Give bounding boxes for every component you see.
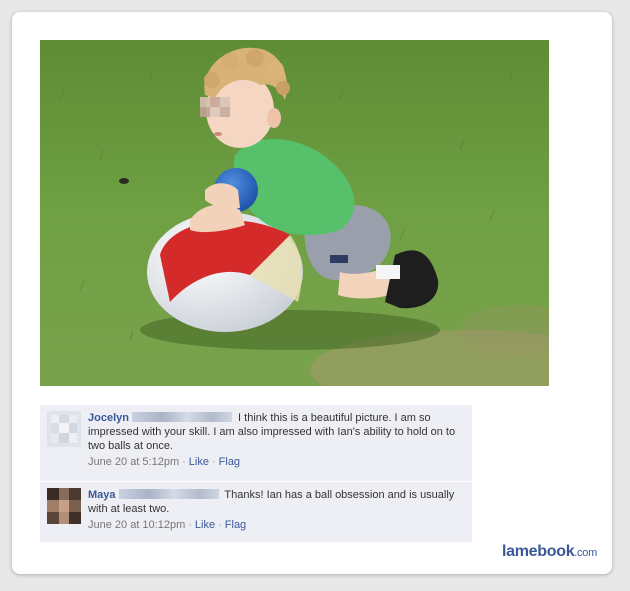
flag-link[interactable]: Flag [225, 519, 246, 531]
comment-item: Jocelyn I think this is a beautiful pict… [40, 405, 472, 482]
site-logo[interactable]: lamebook.com [502, 543, 597, 561]
separator: · [188, 519, 192, 531]
avatar[interactable] [47, 411, 81, 447]
blurred-surname [131, 412, 232, 422]
comment-item: Maya Thanks! Ian has a ball obsession an… [40, 482, 472, 543]
post-photo[interactable] [40, 40, 549, 386]
like-link[interactable]: Like [195, 519, 215, 531]
blurred-surname [118, 489, 219, 499]
comment-body: Jocelyn I think this is a beautiful pict… [88, 411, 464, 453]
avatar[interactable] [47, 488, 81, 524]
comment-author[interactable]: Jocelyn [88, 412, 129, 424]
comment-meta: June 20 at 10:12pm · Like · Flag [88, 518, 464, 532]
comments-list: Jocelyn I think this is a beautiful pict… [40, 405, 472, 543]
brand-domain: .com [574, 547, 597, 559]
comment-author[interactable]: Maya [88, 489, 116, 501]
like-link[interactable]: Like [189, 456, 209, 468]
comment-body: Maya Thanks! Ian has a ball obsession an… [88, 488, 464, 516]
brand-name: lamebook [502, 543, 575, 560]
separator: · [182, 456, 186, 468]
comment-meta: June 20 at 5:12pm · Like · Flag [88, 455, 464, 469]
separator: · [211, 456, 216, 468]
separator: · [218, 519, 222, 531]
flag-link[interactable]: Flag [219, 456, 240, 468]
comment-timestamp: June 20 at 5:12pm [88, 456, 180, 468]
comment-timestamp: June 20 at 10:12pm [88, 519, 186, 531]
photo-image [40, 40, 549, 386]
